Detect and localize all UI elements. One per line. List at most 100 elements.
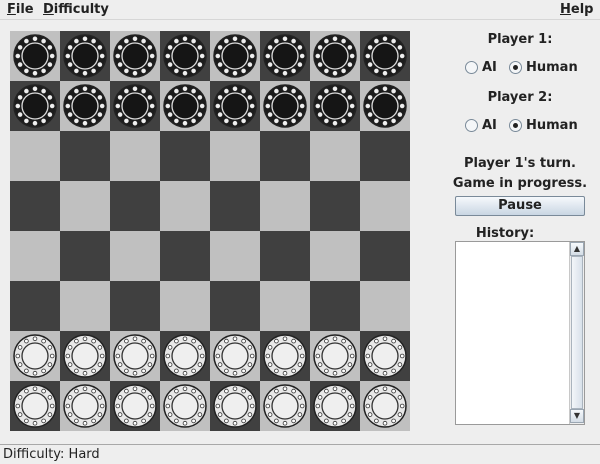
board-square[interactable] bbox=[60, 181, 110, 231]
board-square[interactable] bbox=[310, 381, 360, 431]
white-piece[interactable] bbox=[13, 384, 57, 428]
board-square[interactable] bbox=[260, 81, 310, 131]
radio-button-icon[interactable] bbox=[465, 119, 478, 132]
black-piece[interactable] bbox=[63, 34, 107, 78]
scroll-up-icon[interactable]: ▲ bbox=[570, 242, 584, 256]
white-piece[interactable] bbox=[213, 334, 257, 378]
board-square[interactable] bbox=[310, 181, 360, 231]
white-piece[interactable] bbox=[263, 334, 307, 378]
board-square[interactable] bbox=[310, 81, 360, 131]
board-square[interactable] bbox=[110, 131, 160, 181]
board-square[interactable] bbox=[160, 281, 210, 331]
board-square[interactable] bbox=[160, 181, 210, 231]
black-piece[interactable] bbox=[213, 34, 257, 78]
white-piece[interactable] bbox=[113, 384, 157, 428]
board-square[interactable] bbox=[260, 181, 310, 231]
black-piece[interactable] bbox=[163, 84, 207, 128]
board-square[interactable] bbox=[160, 331, 210, 381]
board-square[interactable] bbox=[360, 281, 410, 331]
black-piece[interactable] bbox=[263, 84, 307, 128]
board-square[interactable] bbox=[210, 81, 260, 131]
board-square[interactable] bbox=[310, 31, 360, 81]
white-piece[interactable] bbox=[363, 384, 407, 428]
white-piece[interactable] bbox=[263, 384, 307, 428]
board-square[interactable] bbox=[10, 381, 60, 431]
black-piece[interactable] bbox=[263, 34, 307, 78]
board-square[interactable] bbox=[10, 231, 60, 281]
board-square[interactable] bbox=[260, 381, 310, 431]
board-square[interactable] bbox=[110, 281, 160, 331]
white-piece[interactable] bbox=[63, 384, 107, 428]
history-scrollbar[interactable]: ▲ ▼ bbox=[569, 242, 584, 424]
board-square[interactable] bbox=[210, 181, 260, 231]
scroll-thumb[interactable] bbox=[571, 256, 583, 409]
board-square[interactable] bbox=[60, 381, 110, 431]
black-piece[interactable] bbox=[163, 34, 207, 78]
board-square[interactable] bbox=[310, 231, 360, 281]
board-square[interactable] bbox=[160, 381, 210, 431]
board-square[interactable] bbox=[110, 381, 160, 431]
radio-button-icon[interactable] bbox=[465, 61, 478, 74]
board-square[interactable] bbox=[360, 381, 410, 431]
radio-button-icon[interactable] bbox=[509, 61, 522, 74]
board-square[interactable] bbox=[10, 181, 60, 231]
scroll-down-icon[interactable]: ▼ bbox=[570, 409, 584, 423]
menu-difficulty[interactable]: Difficulty bbox=[43, 2, 109, 17]
board-square[interactable] bbox=[310, 131, 360, 181]
board-square[interactable] bbox=[360, 31, 410, 81]
pause-button[interactable]: Pause bbox=[455, 196, 585, 216]
menu-file[interactable]: File bbox=[7, 2, 34, 17]
white-piece[interactable] bbox=[163, 334, 207, 378]
black-piece[interactable] bbox=[213, 84, 257, 128]
white-piece[interactable] bbox=[113, 334, 157, 378]
black-piece[interactable] bbox=[363, 84, 407, 128]
white-piece[interactable] bbox=[363, 334, 407, 378]
radio-button-icon[interactable] bbox=[509, 119, 522, 132]
board-square[interactable] bbox=[60, 81, 110, 131]
board-square[interactable] bbox=[260, 131, 310, 181]
board-square[interactable] bbox=[210, 331, 260, 381]
player1-ai-radio[interactable]: AI bbox=[465, 60, 497, 75]
board-square[interactable] bbox=[360, 131, 410, 181]
board-square[interactable] bbox=[210, 31, 260, 81]
board-square[interactable] bbox=[10, 281, 60, 331]
white-piece[interactable] bbox=[163, 384, 207, 428]
board-square[interactable] bbox=[260, 31, 310, 81]
board-square[interactable] bbox=[110, 331, 160, 381]
player2-human-radio[interactable]: Human bbox=[509, 118, 578, 133]
board-square[interactable] bbox=[60, 331, 110, 381]
board-square[interactable] bbox=[210, 381, 260, 431]
board-square[interactable] bbox=[160, 231, 210, 281]
white-piece[interactable] bbox=[313, 384, 357, 428]
player1-human-radio[interactable]: Human bbox=[509, 60, 578, 75]
board-square[interactable] bbox=[210, 131, 260, 181]
board-square[interactable] bbox=[210, 281, 260, 331]
board-square[interactable] bbox=[360, 181, 410, 231]
board-square[interactable] bbox=[160, 31, 210, 81]
black-piece[interactable] bbox=[113, 84, 157, 128]
black-piece[interactable] bbox=[63, 84, 107, 128]
board-square[interactable] bbox=[160, 81, 210, 131]
board-square[interactable] bbox=[360, 231, 410, 281]
board-square[interactable] bbox=[310, 331, 360, 381]
board-square[interactable] bbox=[10, 331, 60, 381]
black-piece[interactable] bbox=[363, 34, 407, 78]
black-piece[interactable] bbox=[313, 84, 357, 128]
white-piece[interactable] bbox=[213, 384, 257, 428]
board-square[interactable] bbox=[60, 131, 110, 181]
black-piece[interactable] bbox=[313, 34, 357, 78]
menu-help[interactable]: Help bbox=[560, 2, 593, 17]
board-square[interactable] bbox=[10, 31, 60, 81]
white-piece[interactable] bbox=[63, 334, 107, 378]
board-square[interactable] bbox=[10, 131, 60, 181]
black-piece[interactable] bbox=[13, 84, 57, 128]
board-square[interactable] bbox=[260, 331, 310, 381]
white-piece[interactable] bbox=[313, 334, 357, 378]
board-square[interactable] bbox=[260, 281, 310, 331]
board-square[interactable] bbox=[160, 131, 210, 181]
board-square[interactable] bbox=[310, 281, 360, 331]
board-square[interactable] bbox=[110, 81, 160, 131]
board-square[interactable] bbox=[60, 281, 110, 331]
game-board[interactable] bbox=[10, 31, 410, 431]
board-square[interactable] bbox=[110, 31, 160, 81]
